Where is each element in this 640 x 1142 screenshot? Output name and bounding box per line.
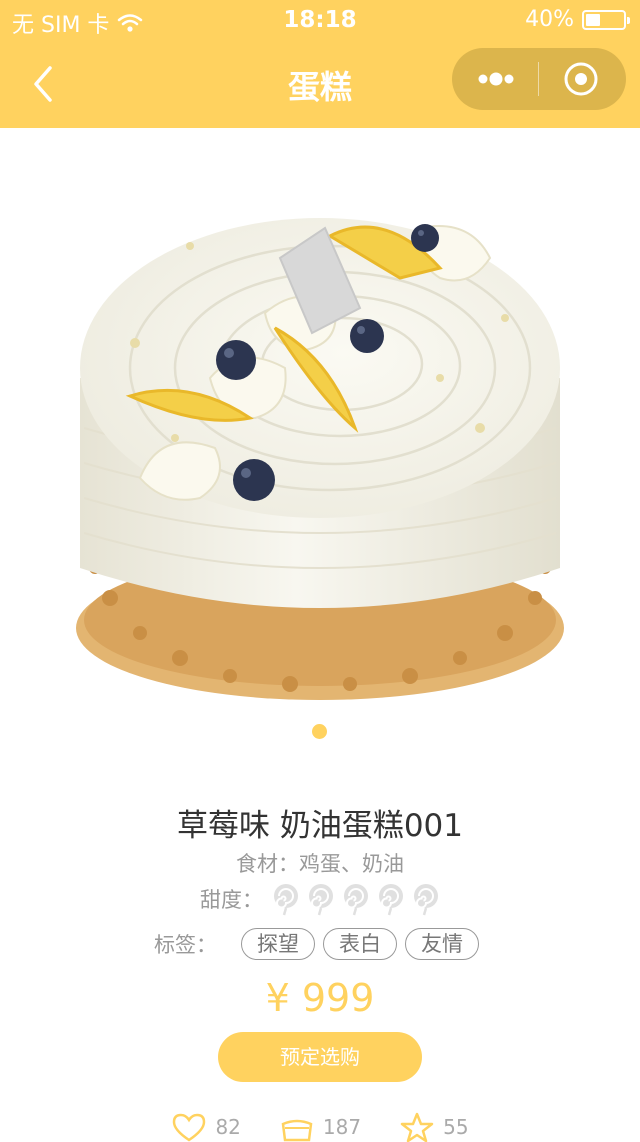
header: 无 SIM 卡 18:18 40% 蛋糕 <box>0 0 640 128</box>
battery-percent: 40% <box>525 7 574 32</box>
target-circle-icon <box>564 62 598 96</box>
nav-bar: 蛋糕 <box>0 40 640 128</box>
sweetness-row: 甜度： <box>200 882 441 916</box>
likes-stat[interactable]: 82 <box>171 1112 241 1142</box>
cake-stat[interactable]: 187 <box>279 1112 361 1142</box>
cake-image <box>76 218 564 700</box>
product-title: 草莓味 奶油蛋糕001 <box>176 808 464 844</box>
cake-count: 187 <box>322 1115 362 1139</box>
product-price: ¥ 999 <box>265 976 375 1020</box>
status-bar: 无 SIM 卡 18:18 40% <box>0 0 640 40</box>
heart-icon <box>173 1113 206 1142</box>
tag-chip[interactable]: 探望 <box>241 928 315 960</box>
product-ingredients: 食材：鸡蛋、奶油 <box>236 852 404 876</box>
tags-row: 标签： 探望 表白 友情 <box>154 928 479 960</box>
lollipop-icon <box>379 884 403 916</box>
sweetness-rating <box>271 882 441 916</box>
battery-icon <box>582 9 630 30</box>
lollipop-icon <box>274 884 298 916</box>
more-button[interactable] <box>452 48 538 110</box>
stars-count: 55 <box>443 1115 469 1139</box>
lollipop-icon <box>414 884 438 916</box>
likes-count: 82 <box>215 1115 241 1139</box>
close-miniprogram-button[interactable] <box>539 48 626 110</box>
tags-label: 标签： <box>154 933 217 957</box>
star-icon <box>400 1112 434 1142</box>
cake-icon <box>281 1119 313 1142</box>
battery-level <box>586 13 600 26</box>
stats-row: 82 187 55 <box>0 1112 640 1142</box>
tag-chip[interactable]: 友情 <box>405 928 479 960</box>
lollipop-icon <box>344 884 368 916</box>
more-dots-icon <box>478 72 514 86</box>
sweetness-label: 甜度： <box>200 888 263 912</box>
lollipop-icon <box>309 884 333 916</box>
tag-chip[interactable]: 表白 <box>323 928 397 960</box>
capsule-menu <box>452 48 626 110</box>
product-image-carousel[interactable] <box>0 128 640 758</box>
order-button[interactable]: 预定选购 <box>218 1032 422 1082</box>
stars-stat[interactable]: 55 <box>399 1112 469 1142</box>
status-right: 40% <box>525 7 630 32</box>
carousel-indicator-dot[interactable] <box>312 724 327 739</box>
